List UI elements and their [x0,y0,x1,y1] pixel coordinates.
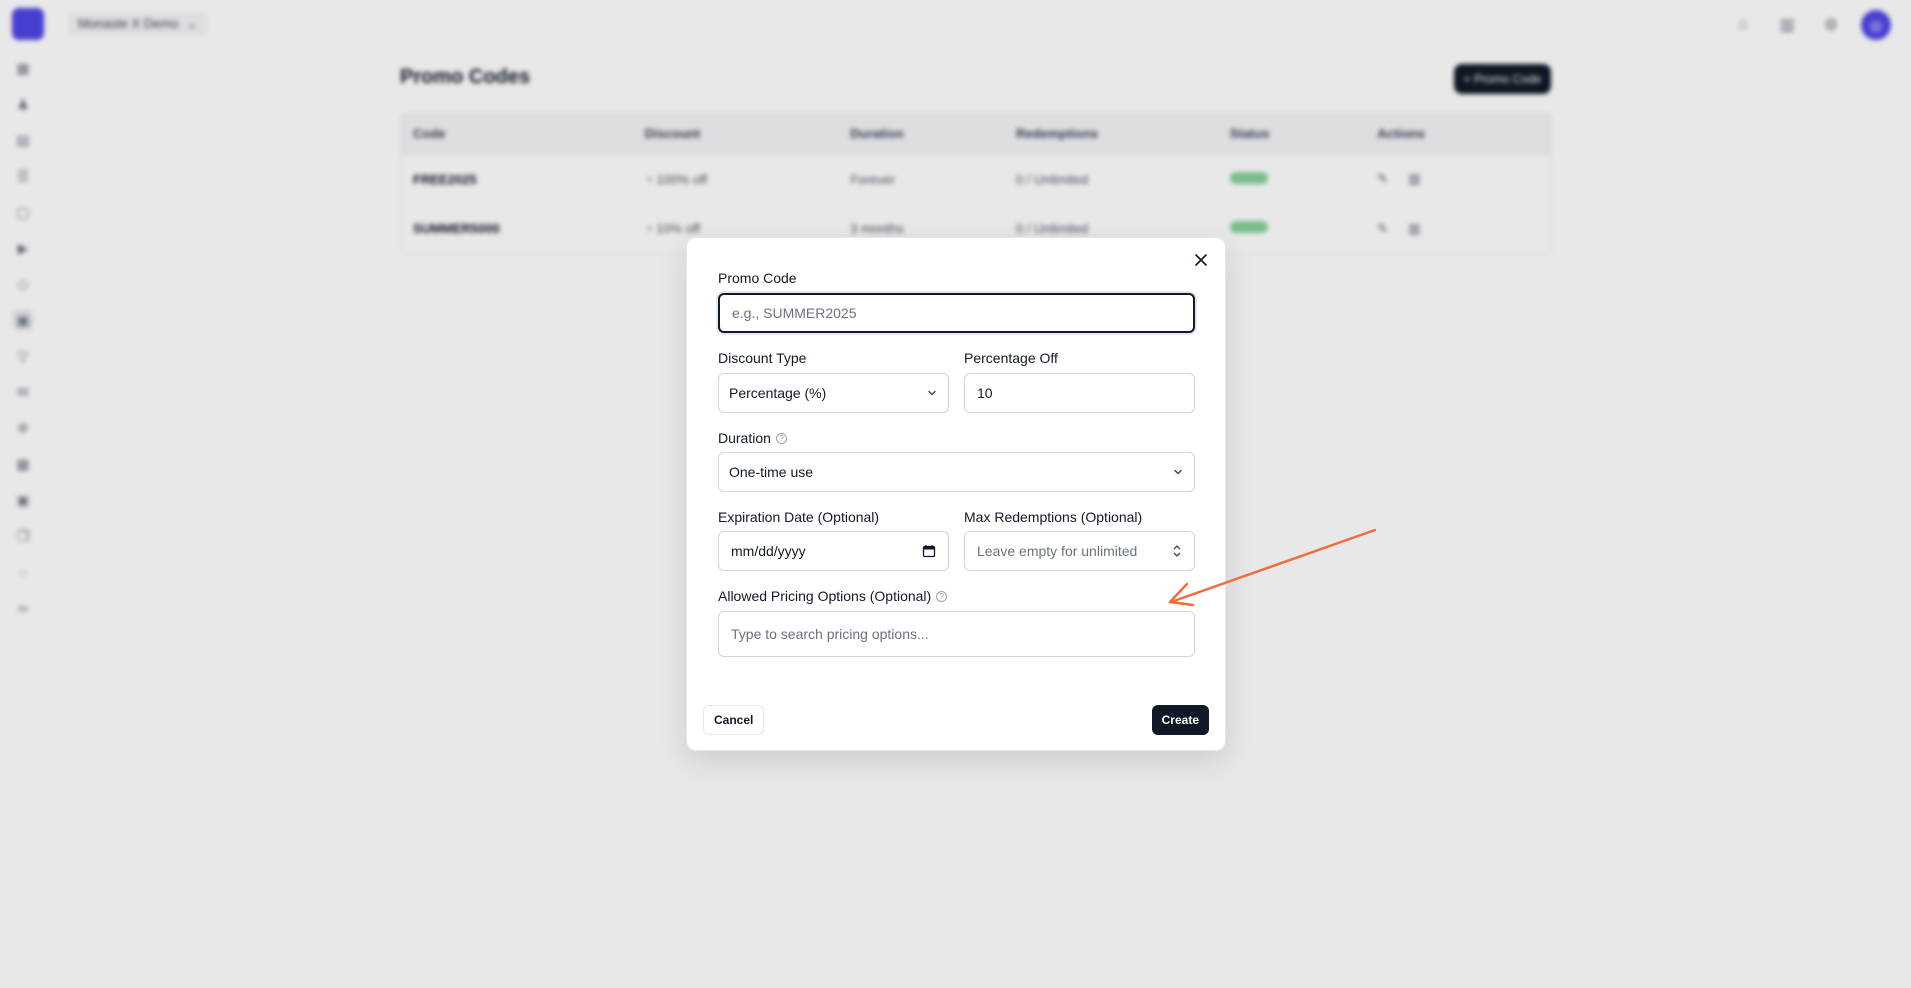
discount-type-value: Percentage (%) [729,385,827,401]
create-button[interactable]: Create [1151,705,1209,735]
expiration-date-input[interactable]: mm/dd/yyyy [718,531,949,571]
discount-type-select[interactable]: Percentage (%) [718,373,949,413]
calendar-icon[interactable] [922,544,936,558]
chevron-down-icon [1174,469,1182,475]
percentage-off-input[interactable] [964,373,1195,413]
annotation-arrow-icon [1168,528,1377,607]
max-redemptions-label: Max Redemptions (Optional) [964,509,1143,525]
duration-label-row: Duration ? [718,430,787,446]
duration-select[interactable]: One-time use [718,452,1195,492]
promo-code-label: Promo Code [718,270,797,286]
close-icon[interactable] [1191,250,1211,270]
expiration-date-label: Expiration Date (Optional) [718,509,880,525]
pricing-options-label-row: Allowed Pricing Options (Optional) ? [718,588,948,604]
promo-code-input[interactable] [718,293,1195,333]
create-promo-code-dialog: Promo Code Discount Type Percentage (%) … [686,237,1226,751]
pricing-options-label: Allowed Pricing Options (Optional) [718,588,932,604]
discount-type-label: Discount Type [718,350,807,366]
duration-value: One-time use [729,464,814,480]
help-circle-icon[interactable]: ? [936,590,948,602]
cancel-button[interactable]: Cancel [703,705,765,735]
expiration-date-placeholder: mm/dd/yyyy [731,543,806,559]
chevron-down-icon [928,390,936,396]
percentage-off-label: Percentage Off [964,350,1058,366]
help-circle-icon[interactable]: ? [775,432,787,444]
max-redemptions-placeholder: Leave empty for unlimited [977,543,1138,559]
duration-label: Duration [718,430,771,446]
pricing-options-search-input[interactable] [718,611,1195,657]
